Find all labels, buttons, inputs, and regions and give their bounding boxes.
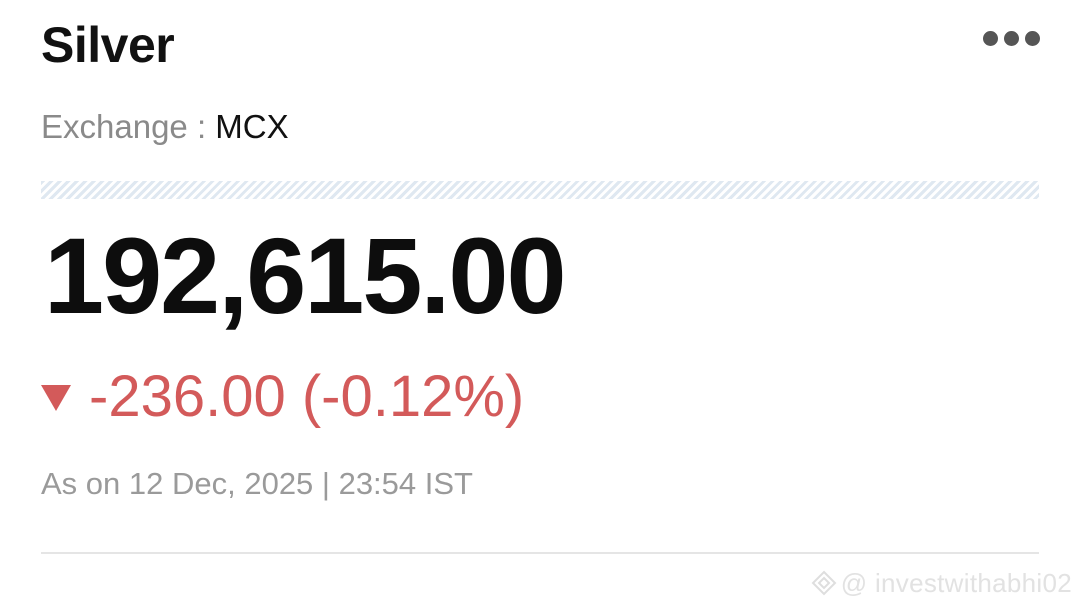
more-horizontal-icon: [983, 30, 998, 46]
quote-card: Silver Exchange : MCX 192,615.00 -236.00…: [0, 0, 1080, 607]
exchange-label: Exchange :: [41, 108, 216, 145]
more-options-button[interactable]: [983, 27, 1040, 49]
price-value: 192,615.00: [44, 215, 567, 336]
change-value: -236.00 (-0.12%): [89, 364, 525, 429]
diamond-logo-icon: [811, 570, 837, 596]
exchange-info: Exchange : MCX: [41, 106, 289, 148]
more-horizontal-icon: [1004, 30, 1019, 46]
hatched-divider: [41, 181, 1039, 199]
more-horizontal-icon: [1025, 30, 1040, 46]
page-title: Silver: [41, 17, 175, 73]
watermark-text: @ investwithabhi02: [840, 567, 1072, 598]
price-change: -236.00 (-0.12%): [41, 364, 524, 430]
bottom-divider: [41, 552, 1039, 554]
watermark: @ investwithabhi02: [811, 566, 1072, 600]
triangle-down-icon: [41, 385, 71, 411]
exchange-value: MCX: [215, 108, 289, 145]
as-on-timestamp: As on 12 Dec, 2025 | 23:54 IST: [41, 466, 473, 501]
